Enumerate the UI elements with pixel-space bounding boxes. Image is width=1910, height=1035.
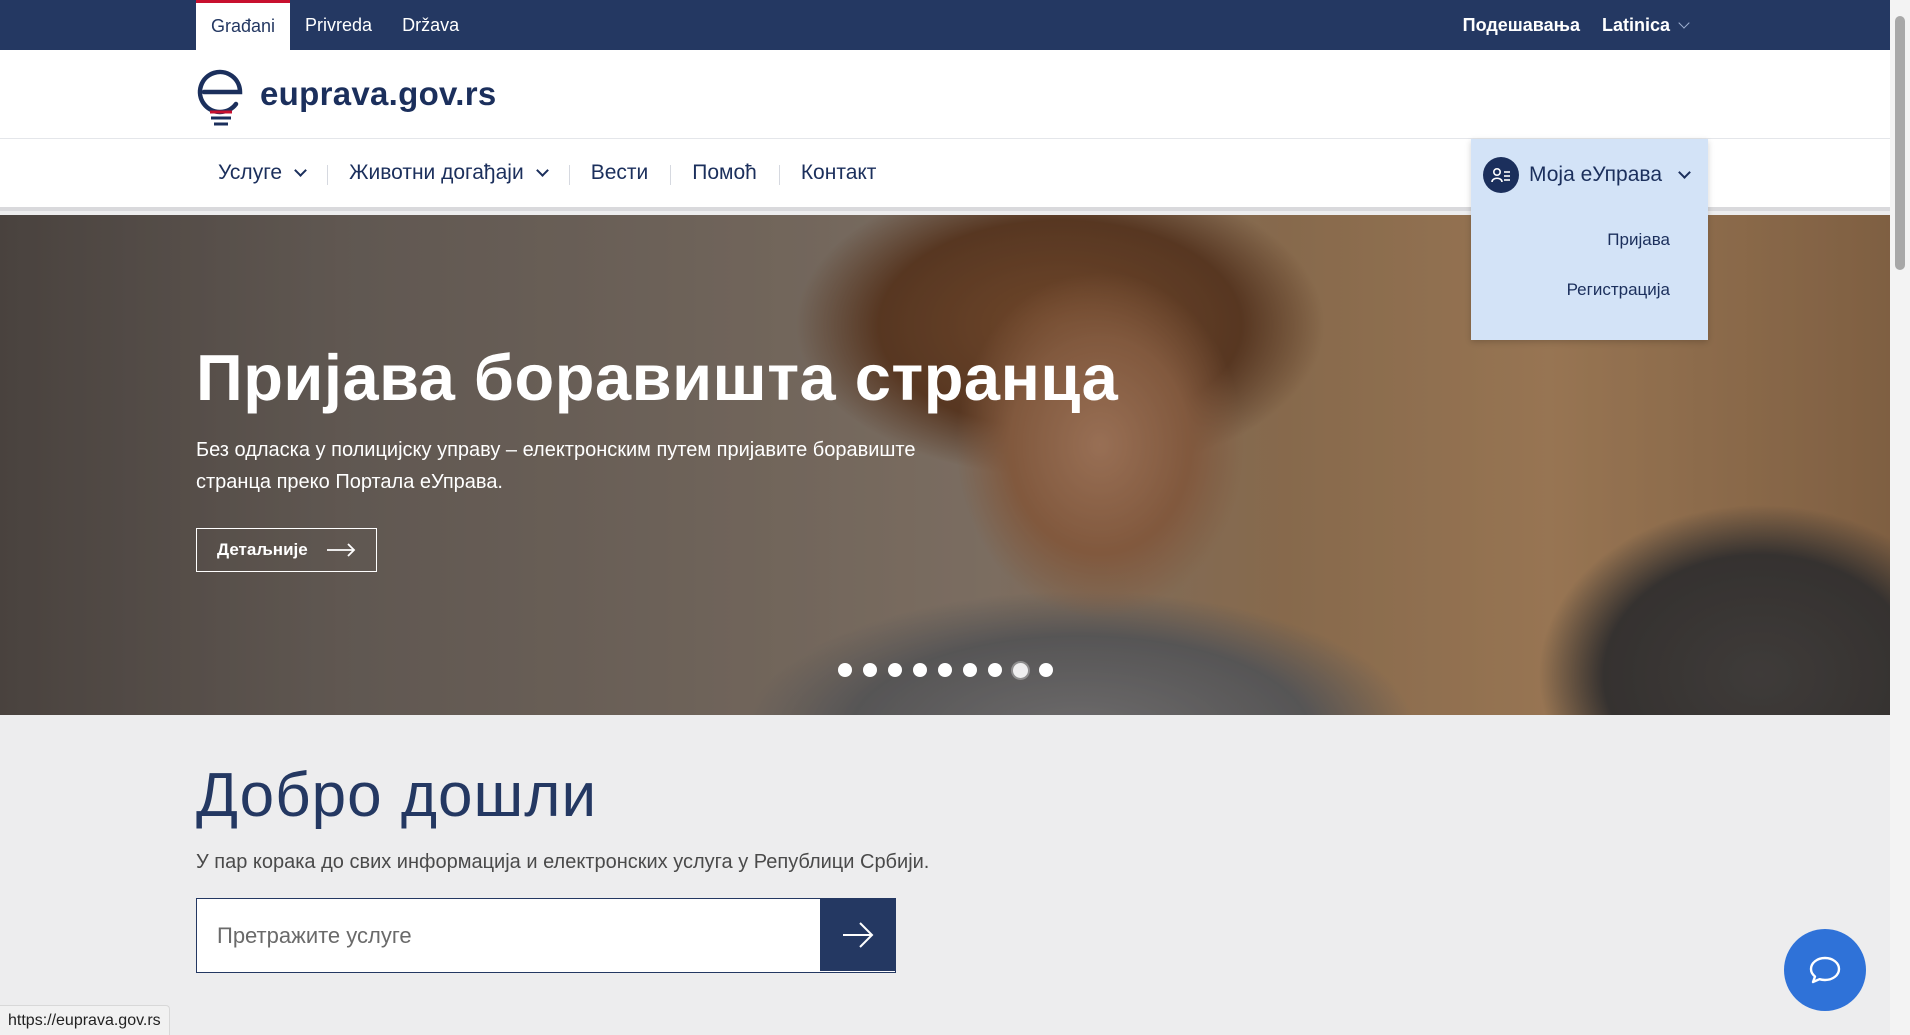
logo-bar: euprava.gov.rs [0, 50, 1890, 139]
main-nav: Услуге Животни догађаји Вести Помоћ Конт… [196, 139, 898, 207]
carousel-dot[interactable] [888, 663, 902, 677]
nav-item-usluge[interactable]: Услуге [196, 161, 327, 185]
chevron-down-icon [1678, 16, 1690, 29]
login-link[interactable]: Пријава [1471, 215, 1670, 265]
welcome-title: Добро дошли [196, 761, 598, 830]
chevron-down-icon [1678, 165, 1691, 179]
welcome-section: Добро дошли У пар корака до свих информа… [196, 760, 929, 973]
top-right-controls: Подешавања Latinica [1463, 0, 1690, 50]
carousel-dot[interactable] [938, 663, 952, 677]
hero-content: Пријава боравишта странца Без одласка у … [196, 345, 1118, 572]
nav-item-vesti[interactable]: Вести [568, 161, 671, 185]
carousel-dot[interactable] [1039, 663, 1053, 677]
register-link[interactable]: Регистрација [1471, 265, 1670, 315]
carousel-dot[interactable] [863, 663, 877, 677]
page-scrollbar[interactable] [1890, 0, 1910, 1035]
audience-tabs: Građani Privreda Država [196, 0, 474, 50]
tab-gradjani[interactable]: Građani [196, 0, 291, 50]
carousel-dot[interactable] [913, 663, 927, 677]
carousel-dot[interactable] [1013, 662, 1028, 678]
language-select[interactable]: Latinica [1601, 14, 1690, 36]
language-label: Latinica [1601, 14, 1670, 35]
search-form [196, 898, 896, 973]
euprava-logo-icon [196, 60, 246, 128]
chevron-down-icon [535, 163, 549, 177]
account-menu-label: Моја еУправа [1529, 163, 1662, 186]
nav-item-label: Помоћ [692, 161, 757, 184]
chat-button[interactable] [1784, 929, 1866, 1011]
scrollbar-thumb[interactable] [1895, 16, 1905, 270]
carousel-dot[interactable] [988, 663, 1002, 677]
nav-item-label: Услуге [218, 161, 283, 184]
search-submit-button[interactable] [820, 899, 895, 971]
search-input[interactable] [197, 899, 820, 972]
status-bar-url: https://euprava.gov.rs [0, 1005, 170, 1035]
hero-title: Пријава боравишта странца [196, 341, 1119, 414]
logo-text: euprava.gov.rs [260, 75, 497, 112]
account-menu-toggle[interactable]: Моја еУправа [1471, 139, 1708, 211]
account-menu-list: Пријава Регистрација [1471, 215, 1708, 315]
arrow-right-icon [326, 543, 355, 557]
details-button[interactable]: Детаљније [196, 528, 377, 572]
nav-item-pomoc[interactable]: Помоћ [670, 161, 779, 185]
details-button-label: Детаљније [217, 540, 308, 559]
tab-privreda[interactable]: Privreda [290, 0, 387, 50]
nav-item-zivotni-dogadjaji[interactable]: Животни догађаји [327, 161, 569, 185]
user-card-icon [1483, 157, 1519, 193]
hero-subtitle: Без одласка у полицијску управу – електр… [196, 439, 916, 493]
site-logo[interactable]: euprava.gov.rs [196, 60, 497, 128]
carousel-dot[interactable] [963, 663, 977, 677]
account-dropdown: Моја еУправа Пријава Регистрација [1471, 139, 1708, 340]
chat-bubble-icon [1809, 956, 1841, 984]
welcome-subtitle: У пар корака до свих информација и елект… [196, 851, 930, 873]
tab-drzava[interactable]: Država [387, 0, 474, 50]
settings-link[interactable]: Подешавања [1463, 15, 1580, 36]
carousel-dot[interactable] [838, 663, 852, 677]
carousel-dots [838, 662, 1053, 678]
nav-item-label: Животни догађаји [349, 161, 524, 184]
nav-item-kontakt[interactable]: Контакт [778, 161, 899, 185]
arrow-right-icon [842, 922, 873, 948]
nav-item-label: Контакт [800, 161, 877, 184]
chevron-down-icon [294, 163, 307, 177]
top-bar: Građani Privreda Država Подешавања Latin… [0, 0, 1890, 50]
nav-item-label: Вести [590, 161, 649, 184]
